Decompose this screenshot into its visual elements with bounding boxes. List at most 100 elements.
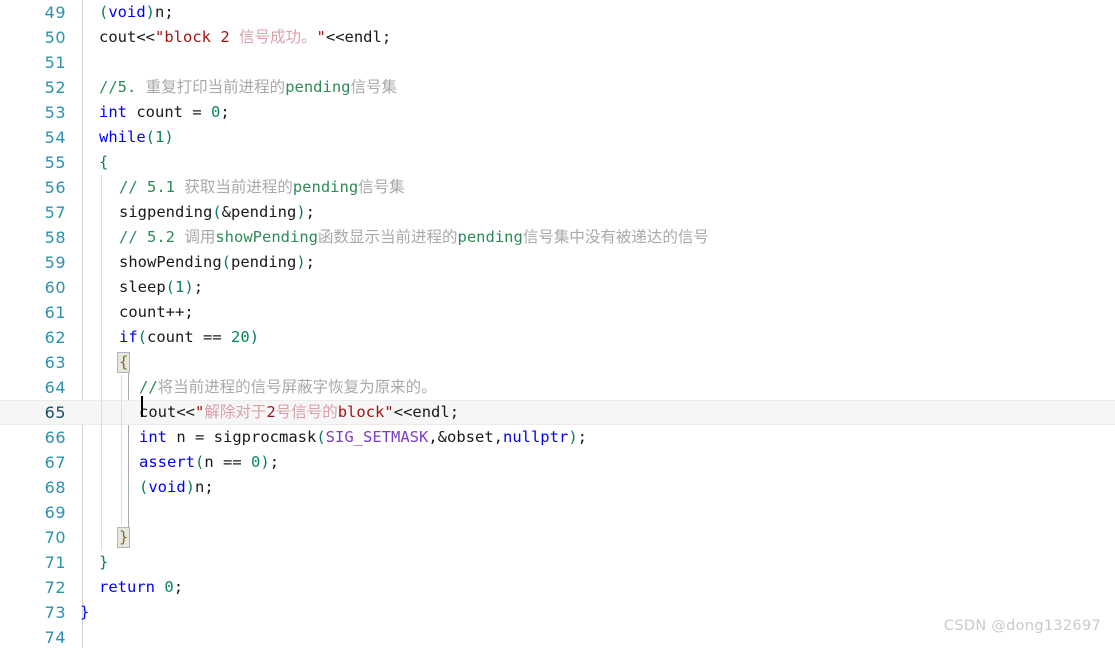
line-number: 70 [44, 528, 66, 547]
code-line[interactable]: 61 count++; [0, 300, 1115, 325]
token-kw: if [119, 328, 138, 346]
code-line[interactable]: 52 //5. 重复打印当前进程的pending信号集 [0, 75, 1115, 100]
code-line[interactable]: 50 cout<<"block 2 信号成功。"<<endl; [0, 25, 1115, 50]
matching-brace: } [117, 527, 131, 548]
line-number: 54 [44, 128, 66, 147]
token-cmtcn: 获取当前进程的 [184, 178, 293, 196]
token-cmtcn: 信号集 [358, 178, 405, 196]
code-line[interactable]: 54 while(1) [0, 125, 1115, 150]
line-number: 50 [44, 28, 66, 47]
code-text[interactable]: if(count == 20) [119, 325, 259, 350]
token-num: 1 [155, 128, 165, 146]
code-text[interactable]: int n = sigprocmask(SIG_SETMASK,&obset,n… [139, 425, 587, 450]
text-caret [141, 396, 143, 417]
token-punct: n; [155, 3, 174, 21]
token-str: 2 [266, 403, 276, 421]
code-line[interactable]: 64 //将当前进程的信号屏蔽字恢复为原来的。 [0, 375, 1115, 400]
line-number: 55 [44, 153, 66, 172]
indent-guide [121, 375, 122, 400]
code-text[interactable]: int count = 0; [99, 100, 230, 125]
code-text[interactable]: //将当前进程的信号屏蔽字恢复为原来的。 [139, 375, 437, 400]
token-num: 0 [211, 103, 221, 121]
code-line[interactable]: 67 assert(n == 0); [0, 450, 1115, 475]
token-punct: ; [269, 453, 280, 471]
token-num: 20 [231, 328, 250, 346]
code-text[interactable]: (void)n; [139, 475, 214, 500]
code-line[interactable]: 65 cout<<"解除对于2号信号的block"<<endl; [0, 400, 1115, 426]
code-line[interactable]: 51 [0, 50, 1115, 75]
code-line[interactable]: 60 sleep(1); [0, 275, 1115, 300]
line-number: 74 [44, 628, 66, 647]
code-line[interactable]: 57 sigpending(&pending); [0, 200, 1115, 225]
code-text[interactable]: //5. 重复打印当前进程的pending信号集 [99, 75, 397, 100]
token-paren: ) [249, 328, 260, 346]
token-punct [155, 578, 164, 596]
token-paren: ( [145, 128, 156, 146]
csdn-watermark: CSDN @dong132697 [943, 618, 1101, 634]
code-line[interactable]: 72 return 0; [0, 575, 1115, 600]
line-number: 52 [44, 78, 66, 97]
code-text[interactable]: showPending(pending); [119, 250, 315, 275]
token-bluebr: } [80, 603, 90, 621]
code-line[interactable]: 71} [0, 550, 1115, 575]
code-text[interactable]: return 0; [99, 575, 183, 600]
code-line[interactable]: 55 { [0, 150, 1115, 175]
token-strcn: 解除对于 [204, 403, 267, 421]
token-paren: ( [212, 203, 222, 221]
code-line[interactable]: 49 (void)n; [0, 0, 1115, 25]
code-text[interactable]: while(1) [99, 125, 174, 150]
line-number: 65 [44, 403, 66, 422]
token-strcn: 信号成功。 [239, 28, 317, 46]
code-text[interactable]: cout<<"block 2 信号成功。"<<endl; [99, 25, 391, 50]
code-line[interactable]: 63 { [0, 350, 1115, 375]
indent-guide [101, 425, 102, 450]
indent-guide [121, 450, 122, 475]
token-punct: cout<< [139, 403, 195, 421]
code-text[interactable]: } [99, 550, 108, 575]
token-paren: ) [164, 128, 174, 146]
code-line[interactable]: 69 [0, 500, 1115, 525]
token-punct: n = [167, 428, 214, 446]
code-text[interactable]: { [117, 350, 131, 375]
code-text[interactable]: cout<<"解除对于2号信号的block"<<endl; [139, 401, 459, 424]
indent-guide [121, 401, 122, 426]
token-punct: ,&obset, [428, 428, 503, 446]
token-macro: SIG_SETMASK [325, 428, 429, 446]
code-line[interactable]: 70} [0, 525, 1115, 550]
code-text[interactable]: // 5.2 调用showPending函数显示当前进程的pending信号集中… [119, 225, 709, 250]
token-cmtcn: 将当前进程的信号屏蔽字恢复为原来的。 [157, 378, 437, 396]
code-text[interactable]: sleep(1); [119, 275, 203, 300]
code-line[interactable]: 56 // 5.1 获取当前进程的pending信号集 [0, 175, 1115, 200]
code-line[interactable]: 58 // 5.2 调用showPending函数显示当前进程的pending信号… [0, 225, 1115, 250]
token-kw: void [148, 478, 186, 496]
token-cmtcn: 信号集 [350, 78, 398, 96]
token-punct: ; [305, 203, 316, 221]
token-cmtcn: 信号集中没有被递达的信号 [522, 228, 709, 246]
line-number: 49 [44, 3, 66, 22]
token-kw: assert [139, 453, 195, 471]
code-text[interactable]: { [99, 150, 108, 175]
token-punct: count++; [119, 303, 194, 321]
token-paren: ) [568, 428, 578, 446]
line-number: 56 [44, 178, 66, 197]
code-line[interactable]: 59 showPending(pending); [0, 250, 1115, 275]
code-line[interactable]: 53 int count = 0; [0, 100, 1115, 125]
code-editor[interactable]: 49 (void)n; 50 cout<<"block 2 信号成功。"<<endl;… [0, 0, 1115, 648]
code-line[interactable]: 62 if(count == 20) [0, 325, 1115, 350]
token-cmtcn: 函数显示当前进程的 [318, 228, 458, 246]
code-line[interactable]: 66 int n = sigprocmask(SIG_SETMASK,&obset… [0, 425, 1115, 450]
code-text[interactable]: // 5.1 获取当前进程的pending信号集 [119, 175, 405, 200]
code-line[interactable]: 68 (void)n; [0, 475, 1115, 500]
token-num: 0 [251, 453, 261, 471]
code-lines-container[interactable]: 49 (void)n; 50 cout<<"block 2 信号成功。"<<endl;… [0, 0, 1115, 650]
code-text[interactable]: sigpending(&pending); [119, 200, 315, 225]
line-number: 66 [44, 428, 66, 447]
token-punct: <<endl; [325, 28, 392, 46]
code-text[interactable]: count++; [119, 300, 194, 325]
code-text[interactable]: assert(n == 0); [139, 450, 279, 475]
token-fn: sleep [119, 278, 166, 296]
code-text[interactable]: } [80, 600, 89, 625]
token-kw: int [139, 428, 167, 446]
code-text[interactable]: (void)n; [99, 0, 174, 25]
code-text[interactable]: } [117, 525, 131, 550]
